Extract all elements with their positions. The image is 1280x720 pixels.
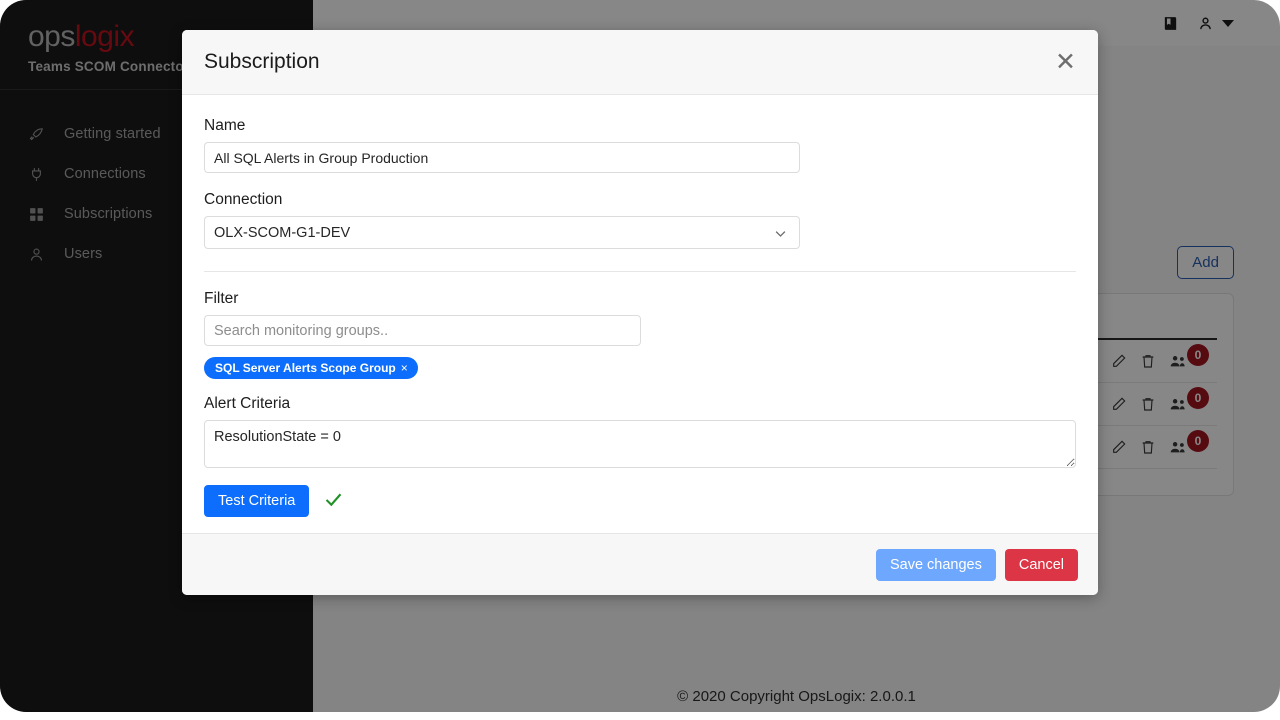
filter-label: Filter bbox=[204, 290, 1076, 308]
close-icon[interactable]: ✕ bbox=[1055, 50, 1076, 75]
app-root: Add bbox=[0, 0, 1280, 720]
filter-tag: SQL Server Alerts Scope Group × bbox=[204, 357, 418, 379]
filter-field-block: Filter SQL Server Alerts Scope Group × bbox=[204, 290, 1076, 379]
filter-tag-list: SQL Server Alerts Scope Group × bbox=[204, 357, 1076, 379]
name-field-block: Name bbox=[204, 117, 1076, 173]
name-input[interactable] bbox=[204, 142, 800, 173]
connection-label: Connection bbox=[204, 191, 1076, 209]
connection-select[interactable]: OLX-SCOM-G1-DEV bbox=[204, 216, 800, 249]
search-input[interactable] bbox=[204, 315, 641, 346]
connection-field-block: Connection OLX-SCOM-G1-DEV bbox=[204, 191, 1076, 249]
test-criteria-button[interactable]: Test Criteria bbox=[204, 485, 309, 517]
save-changes-button[interactable]: Save changes bbox=[876, 549, 996, 581]
test-criteria-row: Test Criteria bbox=[204, 485, 1076, 517]
connection-selected-value: OLX-SCOM-G1-DEV bbox=[214, 225, 350, 241]
filter-tag-remove-icon[interactable]: × bbox=[401, 361, 408, 375]
modal-header: Subscription ✕ bbox=[182, 30, 1098, 95]
cancel-button[interactable]: Cancel bbox=[1005, 549, 1078, 581]
modal-footer: Save changes Cancel bbox=[182, 533, 1098, 595]
connection-select-wrap: OLX-SCOM-G1-DEV bbox=[204, 216, 800, 249]
section-divider bbox=[204, 271, 1076, 272]
alert-criteria-block: Alert Criteria ResolutionState = 0 bbox=[204, 395, 1076, 468]
alert-criteria-textarea[interactable]: ResolutionState = 0 bbox=[204, 420, 1076, 468]
check-icon bbox=[323, 489, 344, 514]
alert-criteria-label: Alert Criteria bbox=[204, 395, 1076, 413]
modal-title: Subscription bbox=[204, 50, 320, 74]
name-label: Name bbox=[204, 117, 1076, 135]
app-shell: Add bbox=[0, 0, 1280, 712]
subscription-modal: Subscription ✕ Name Connection OLX-SCOM-… bbox=[182, 30, 1098, 595]
filter-tag-label: SQL Server Alerts Scope Group bbox=[215, 361, 396, 375]
modal-body: Name Connection OLX-SCOM-G1-DEV bbox=[182, 95, 1098, 533]
